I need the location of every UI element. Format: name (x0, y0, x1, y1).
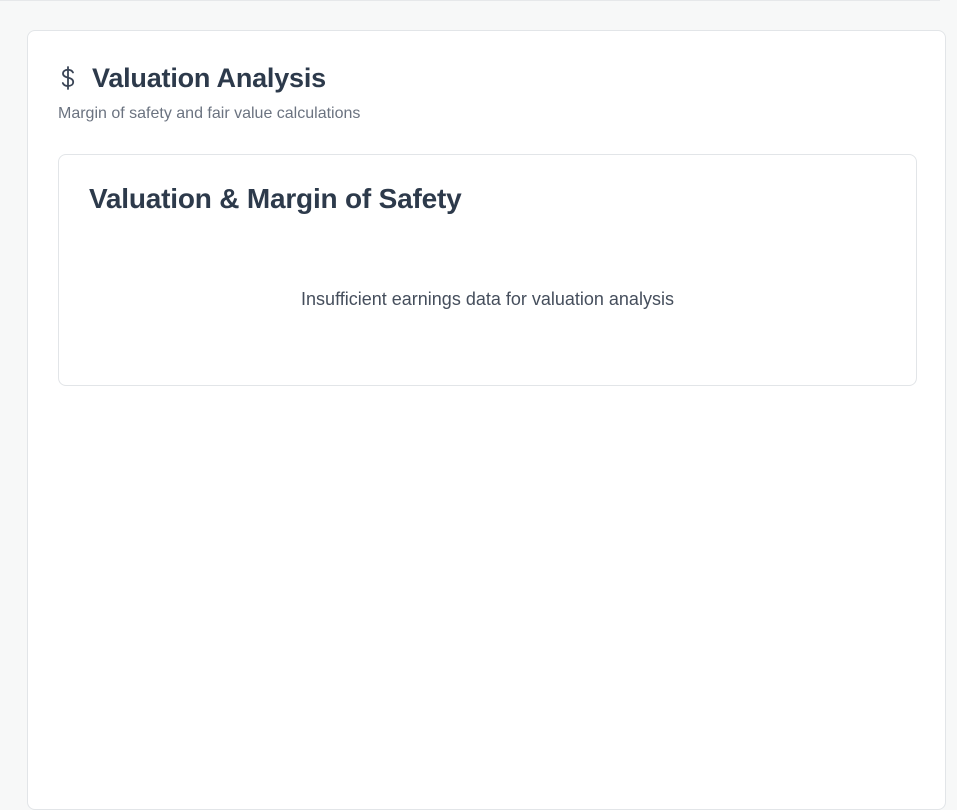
top-divider (0, 0, 940, 1)
section-subtitle: Margin of safety and fair value calculat… (58, 105, 361, 122)
section-title: Valuation Analysis (92, 62, 326, 93)
section-header: Valuation Analysis Margin of safety and … (58, 61, 360, 123)
empty-state-message: Insufficient earnings data for valuation… (301, 289, 674, 309)
valuation-margin-card: Valuation & Margin of Safety Insufficien… (58, 154, 917, 386)
valuation-analysis-panel: Valuation Analysis Margin of safety and … (27, 30, 946, 810)
section-title-row: Valuation Analysis (58, 61, 360, 95)
dollar-icon (58, 64, 82, 92)
card-title: Valuation & Margin of Safety (89, 183, 462, 214)
